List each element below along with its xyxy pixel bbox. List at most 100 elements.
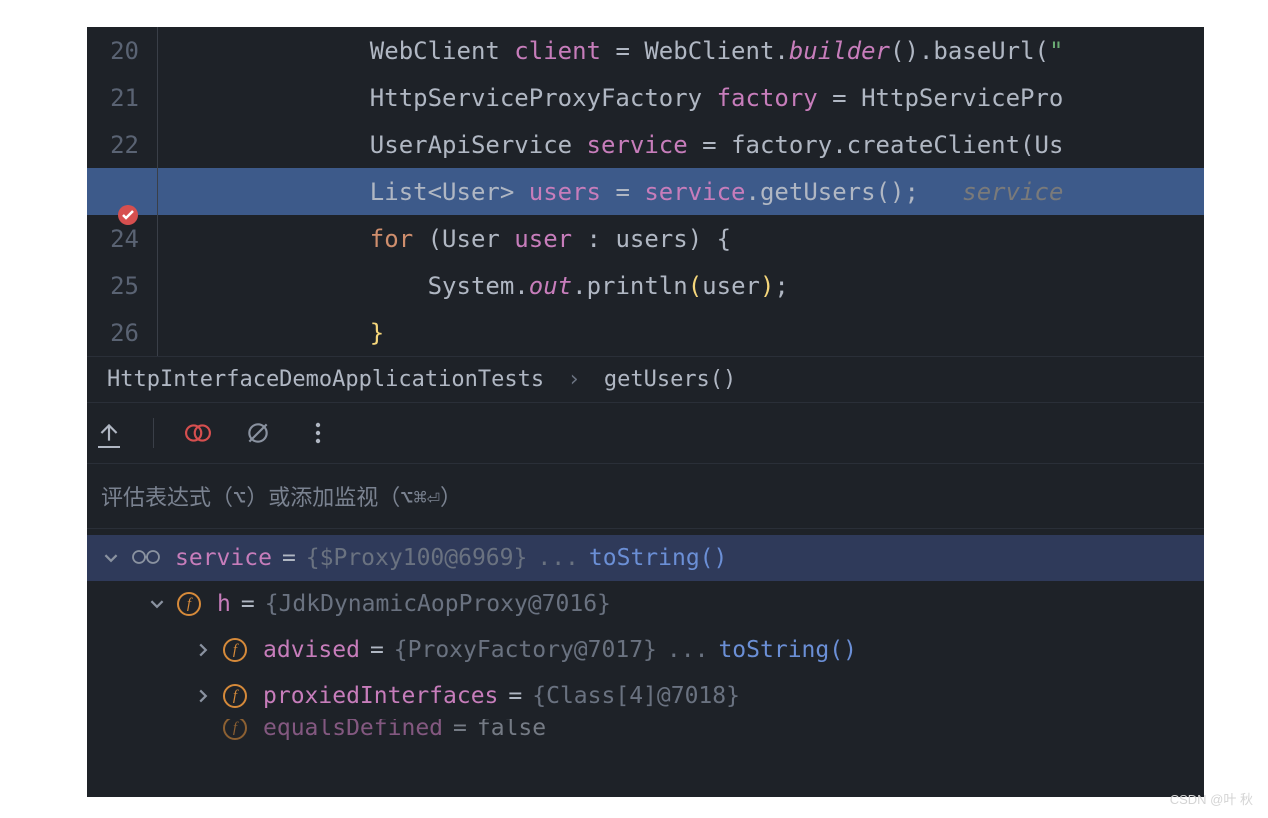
line-number[interactable]: 25: [87, 272, 157, 300]
indent-guide: [157, 262, 312, 309]
debug-toolbar: [87, 402, 1204, 463]
token-method: baseUrl: [933, 37, 1034, 65]
token-method: println: [587, 272, 688, 300]
variable-row[interactable]: service = {$Proxy100@6969} ... toString(…: [87, 535, 1204, 581]
variable-row[interactable]: fadvised = {ProxyFactory@7017} ... toStr…: [87, 627, 1204, 673]
code-line[interactable]: 21 HttpServiceProxyFactory factory = Htt…: [87, 74, 1204, 121]
token-string: ": [1049, 37, 1063, 65]
token-punct: (: [1035, 37, 1049, 65]
code-line[interactable]: 22 UserApiService service = factory.crea…: [87, 121, 1204, 168]
code-line[interactable]: 20 WebClient client = WebClient.builder(…: [87, 27, 1204, 74]
line-number[interactable]: 22: [87, 131, 157, 159]
code-content[interactable]: for (User user : users) {: [312, 225, 1204, 253]
token-var: client: [514, 37, 601, 65]
code-line[interactable]: List<User> users = service.getUsers(); s…: [87, 168, 1204, 215]
evaluate-expression-input[interactable]: 评估表达式（⌥）或添加监视（⌥⌘⏎）: [87, 464, 1204, 529]
field-icon: f: [177, 592, 201, 616]
token-type: HttpServiceProxyFactory: [370, 84, 717, 112]
variable-value: {Class[4]@7018}: [532, 683, 740, 709]
code-line[interactable]: 26 }: [87, 309, 1204, 356]
token-paren: ): [760, 272, 774, 300]
expand-arrow-icon[interactable]: [193, 643, 213, 657]
breadcrumb-method[interactable]: getUsers(): [604, 367, 736, 392]
field-icon: f: [223, 638, 247, 662]
collapse-arrow-icon[interactable]: [101, 551, 121, 565]
ide-window: 20 WebClient client = WebClient.builder(…: [87, 27, 1204, 797]
variable-name: service: [175, 545, 272, 571]
token-type: User: [442, 225, 514, 253]
variable-row[interactable]: fproxiedInterfaces = {Class[4]@7018}: [87, 673, 1204, 719]
token-punct: :: [572, 225, 615, 253]
variables-tree[interactable]: service = {$Proxy100@6969} ... toString(…: [87, 529, 1204, 747]
equals-sign: =: [508, 683, 522, 709]
token-comment: service: [962, 178, 1063, 206]
token-type: WebClient.: [644, 37, 789, 65]
no-arrow: [193, 719, 213, 741]
code-line[interactable]: 24 for (User user : users) {: [87, 215, 1204, 262]
code-content[interactable]: System.out.println(user);: [312, 272, 1204, 300]
token-punct: .: [746, 178, 760, 206]
token-type: List<User>: [370, 178, 529, 206]
breadcrumb[interactable]: HttpInterfaceDemoApplicationTests › getU…: [87, 356, 1204, 402]
token-punct: =: [601, 178, 644, 206]
code-editor[interactable]: 20 WebClient client = WebClient.builder(…: [87, 27, 1204, 356]
token-type: WebClient: [370, 37, 515, 65]
token-ident: factory.: [731, 131, 847, 159]
token-var: users: [529, 178, 601, 206]
variable-name: h: [217, 591, 231, 617]
token-type: Us: [1035, 131, 1064, 159]
variable-row[interactable]: fh = {JdkDynamicAopProxy@7016}: [87, 581, 1204, 627]
mute-breakpoints-icon[interactable]: [242, 417, 274, 449]
line-number[interactable]: 21: [87, 84, 157, 112]
token-type: System.: [428, 272, 529, 300]
code-content[interactable]: WebClient client = WebClient.builder().b…: [312, 37, 1204, 65]
toolbar-separator: [153, 418, 154, 448]
return-up-icon[interactable]: [93, 417, 125, 449]
code-line[interactable]: 25 System.out.println(user);: [87, 262, 1204, 309]
token-type: HttpServicePro: [861, 84, 1063, 112]
breakpoint-toggle-icon[interactable]: [182, 417, 214, 449]
token-kw: for: [370, 225, 428, 253]
indent-guide: [157, 309, 312, 356]
ellipsis: ...: [537, 545, 579, 571]
breadcrumb-class[interactable]: HttpInterfaceDemoApplicationTests: [107, 367, 544, 392]
field-icon: f: [223, 719, 247, 740]
code-content[interactable]: UserApiService service = factory.createC…: [312, 131, 1204, 159]
token-var: service: [644, 178, 745, 206]
variable-name: equalsDefined: [263, 719, 443, 741]
token-punct: =: [818, 84, 861, 112]
code-content[interactable]: HttpServiceProxyFactory factory = HttpSe…: [312, 84, 1204, 112]
token-ident: user: [702, 272, 760, 300]
tostring-link[interactable]: toString(): [718, 637, 856, 663]
token-field: out: [529, 272, 572, 300]
tostring-link[interactable]: toString(): [589, 545, 727, 571]
token-var: user: [514, 225, 572, 253]
line-number[interactable]: 26: [87, 319, 157, 347]
variable-row[interactable]: fequalsDefined = false: [87, 719, 1204, 747]
token-punct: ().: [890, 37, 933, 65]
token-italic: builder: [789, 37, 890, 65]
variable-name: advised: [263, 637, 360, 663]
line-number[interactable]: 20: [87, 37, 157, 65]
indent-guide: [157, 74, 312, 121]
line-number[interactable]: 24: [87, 225, 157, 253]
variable-value: {JdkDynamicAopProxy@7016}: [265, 591, 611, 617]
indent-guide: [157, 215, 312, 262]
code-content[interactable]: }: [312, 319, 1204, 347]
token-punct: (: [1020, 131, 1034, 159]
equals-sign: =: [241, 591, 255, 617]
variable-value: {ProxyFactory@7017}: [394, 637, 657, 663]
indent-guide: [157, 27, 312, 74]
token-punct: .: [572, 272, 586, 300]
collapse-arrow-icon[interactable]: [147, 597, 167, 611]
code-content[interactable]: List<User> users = service.getUsers(); s…: [312, 178, 1204, 206]
token-var: factory: [717, 84, 818, 112]
token-paren: }: [370, 319, 384, 347]
token-punct: =: [601, 37, 644, 65]
variable-name: proxiedInterfaces: [263, 683, 498, 709]
token-ident: users) {: [615, 225, 731, 253]
token-method: getUsers: [760, 178, 876, 206]
expand-arrow-icon[interactable]: [193, 689, 213, 703]
debug-watch-panel: 评估表达式（⌥）或添加监视（⌥⌘⏎） service = {$Proxy100@…: [87, 463, 1204, 747]
more-icon[interactable]: [302, 417, 334, 449]
